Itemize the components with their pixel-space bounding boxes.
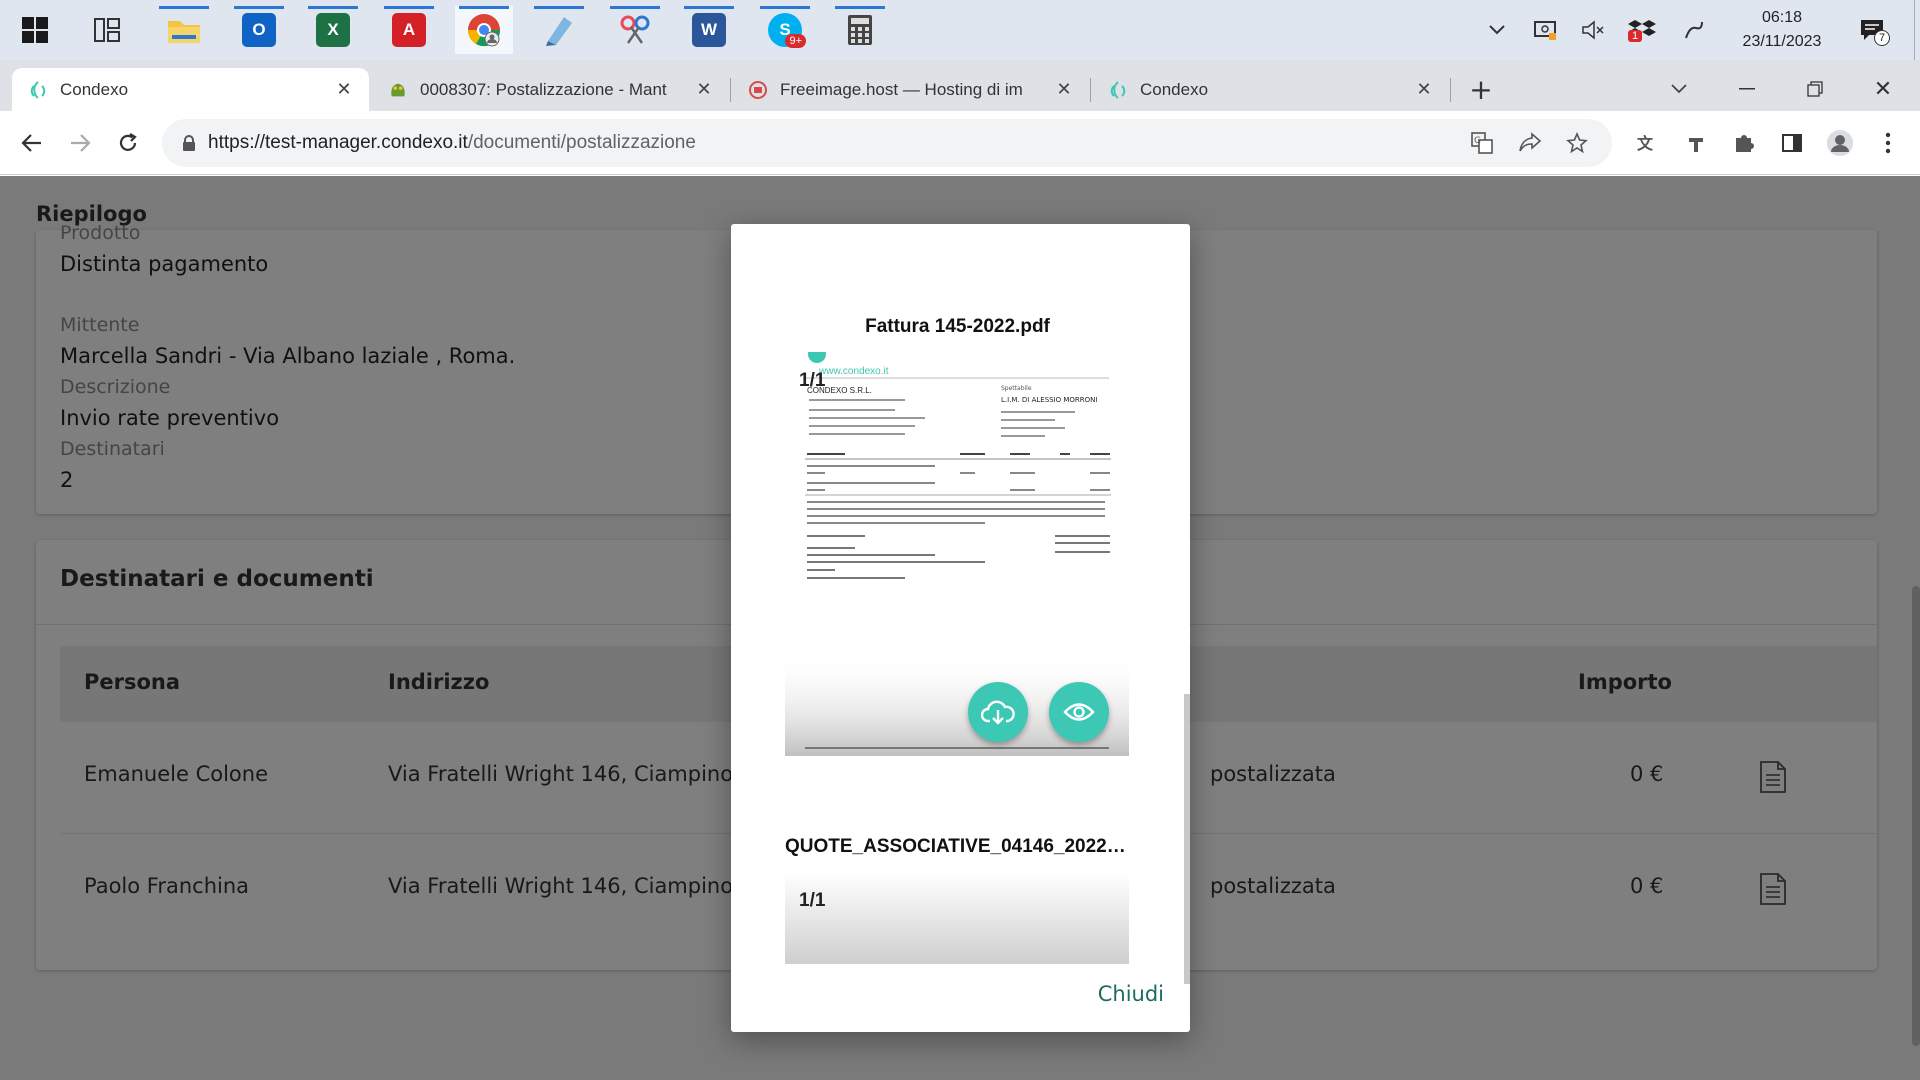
clock-date: 23/11/2023 [1742, 33, 1822, 50]
page-counter: 1/1 [799, 890, 826, 911]
task-view-icon[interactable] [78, 6, 136, 54]
invoice-url: www.condexo.it [819, 366, 889, 377]
tab-separator [1090, 78, 1091, 102]
svg-text:文: 文 [1637, 134, 1654, 153]
outlook-tile: O [242, 13, 276, 47]
reload-icon[interactable] [112, 127, 144, 159]
eye-icon [1063, 703, 1095, 721]
skype-icon[interactable]: S 9+ [756, 6, 814, 54]
browser-tab-strip: Condexo ✕ 0008307: Postalizzazione - Man… [0, 60, 1920, 111]
translate-icon[interactable]: G [1470, 131, 1494, 155]
lock-icon[interactable] [182, 135, 196, 151]
tab-separator [730, 78, 731, 102]
tab-freeimage[interactable]: Freeimage.host — Hosting di im ✕ [732, 68, 1089, 111]
bookmark-star-icon[interactable] [1566, 132, 1588, 154]
dropbox-badge: 1 [1628, 30, 1643, 42]
show-desktop-button[interactable] [1914, 0, 1920, 60]
page-counter: 1/1 [799, 370, 826, 391]
extension-pin-icon[interactable] [1680, 127, 1712, 159]
notifications-icon[interactable]: 7 [1852, 0, 1892, 60]
freeimage-favicon-icon [748, 80, 768, 100]
acrobat-tile: A [392, 13, 426, 47]
tab-title: 0008307: Postalizzazione - Mant [420, 79, 667, 99]
address-bar[interactable]: https://test-manager.condexo.it/document… [162, 119, 1612, 167]
word-icon[interactable]: W [680, 6, 738, 54]
share-icon[interactable] [1518, 132, 1542, 154]
excel-icon[interactable]: X [304, 6, 362, 54]
chrome-icon[interactable] [455, 6, 513, 54]
volume-muted-icon[interactable] [1576, 0, 1610, 60]
side-panel-icon[interactable] [1776, 127, 1808, 159]
excel-tile: X [316, 13, 350, 47]
cloud-download-icon [981, 700, 1015, 725]
close-button[interactable]: Chiudi [1098, 982, 1164, 1006]
notifications-count: 7 [1874, 30, 1890, 46]
document-preview[interactable]: 1/1 [785, 872, 1129, 964]
windows-start-icon[interactable] [6, 6, 64, 54]
tab-close-icon[interactable]: ✕ [1413, 79, 1435, 100]
tab-search-chevron-icon[interactable] [1664, 74, 1694, 104]
svg-text:G: G [1474, 136, 1481, 146]
browser-toolbar: https://test-manager.condexo.it/document… [0, 111, 1920, 175]
tab-close-icon[interactable]: ✕ [1053, 79, 1075, 100]
tab-title: Freeimage.host — Hosting di im [780, 79, 1023, 99]
display-icon[interactable] [1528, 0, 1562, 60]
condexo-favicon-icon [1108, 80, 1128, 100]
close-window-icon[interactable]: ✕ [1868, 74, 1898, 104]
mantis-favicon-icon [388, 80, 408, 100]
tab-mantis[interactable]: 0008307: Postalizzazione - Mant ✕ [372, 68, 729, 111]
notepad-icon[interactable] [530, 6, 588, 54]
extensions-puzzle-icon[interactable] [1728, 127, 1760, 159]
svg-text:Spettabile: Spettabile [1001, 385, 1032, 392]
tab-title: Condexo [60, 79, 129, 99]
url-host: https://test-manager.condexo.it [208, 132, 468, 153]
windows-taskbar: O X A W S 9+ 1 06:18 23/11/2023 7 [0, 0, 1920, 60]
forward-arrow-icon[interactable] [64, 127, 96, 159]
modal-scroll-area[interactable]: Fattura 145-2022.pdf Spettabile L.I.M. D [731, 224, 1184, 964]
tab-condexo-active[interactable]: Condexo ✕ [12, 68, 369, 111]
word-tile: W [692, 13, 726, 47]
preview-button[interactable] [1049, 682, 1109, 742]
download-button[interactable] [968, 682, 1028, 742]
documents-modal: Fattura 145-2022.pdf Spettabile L.I.M. D [731, 224, 1190, 1032]
dropbox-icon[interactable]: 1 [1622, 0, 1662, 60]
tab-title: Condexo [1140, 79, 1209, 99]
minimize-icon[interactable] [1732, 74, 1762, 104]
tab-condexo-2[interactable]: Condexo ✕ [1092, 68, 1449, 111]
document-name: Fattura 145-2022.pdf [865, 316, 1050, 337]
document-preview[interactable]: Spettabile L.I.M. DI ALESSIO MORRONI www… [785, 352, 1129, 756]
skype-badge: 9+ [785, 34, 806, 48]
tab-separator [1450, 78, 1451, 102]
clock-time: 06:18 [1761, 9, 1803, 26]
acrobat-icon[interactable]: A [380, 6, 438, 54]
url-path: /documenti/postalizzazione [467, 132, 696, 153]
snipping-tool-icon[interactable] [606, 6, 664, 54]
condexo-favicon-icon [28, 80, 48, 100]
kebab-menu-icon[interactable] [1872, 127, 1904, 159]
taskbar-clock[interactable]: 06:18 23/11/2023 [1722, 6, 1842, 54]
new-tab-plus-icon[interactable]: + [1466, 73, 1496, 106]
pen-icon[interactable] [1674, 0, 1714, 60]
calculator-icon[interactable] [831, 6, 889, 54]
modal-scrollbar[interactable] [1184, 694, 1190, 984]
profile-avatar-icon[interactable] [1824, 127, 1856, 159]
back-arrow-icon[interactable] [16, 127, 48, 159]
tab-close-icon[interactable]: ✕ [333, 79, 355, 100]
invoice-recipient: L.I.M. DI ALESSIO MORRONI [1001, 396, 1097, 404]
document-name: QUOTE_ASSOCIATIVE_04146_2022.pdf [785, 836, 1130, 857]
extension-translate-icon[interactable]: 文 [1632, 127, 1664, 159]
outlook-icon[interactable]: O [230, 6, 288, 54]
tab-close-icon[interactable]: ✕ [693, 79, 715, 100]
restore-icon[interactable] [1800, 74, 1830, 104]
chevron-up-icon[interactable] [1480, 0, 1514, 60]
file-explorer-icon[interactable] [155, 6, 213, 54]
